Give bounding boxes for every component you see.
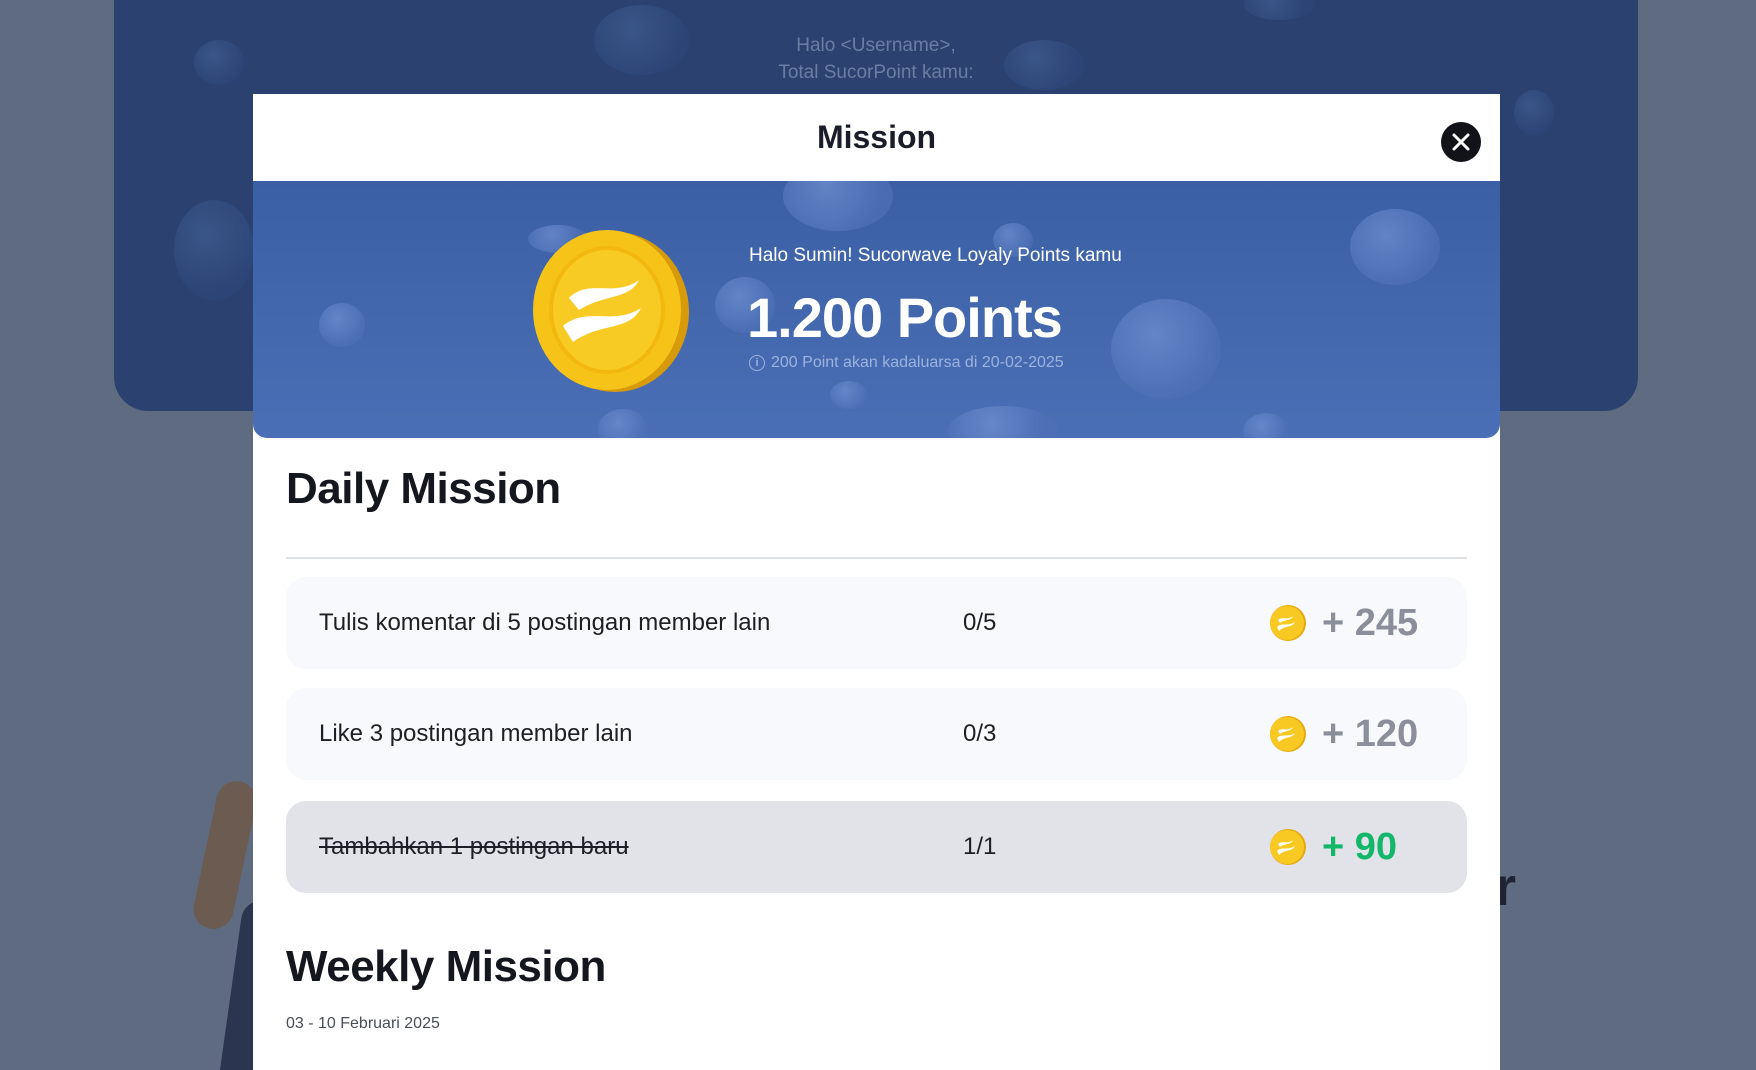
reward-points: + 120 [1322,713,1419,755]
banner-decor-coin [1350,209,1440,285]
close-button[interactable] [1441,122,1481,162]
sucorwave-coin-icon [533,230,689,392]
section-divider [286,557,1467,559]
mission-progress: 1/1 [963,833,997,860]
points-total: 1.200 Points [747,286,1063,349]
banner-greeting: Halo Sumin! Sucorwave Loyaly Points kamu [749,245,1122,266]
mission-progress: 0/3 [963,720,997,747]
coin-icon [1270,716,1306,752]
mission-row[interactable]: Like 3 postingan member lain 0/3 + 120 [286,688,1467,780]
banner-decor-coin [1243,413,1289,438]
daily-mission-heading: Daily Mission [286,464,561,513]
modal-header: Mission [253,94,1500,181]
background-decor-coin [1514,90,1554,135]
mission-row[interactable]: Tulis komentar di 5 postingan member lai… [286,577,1467,669]
background-total-label: Total SucorPoint kamu: [778,62,974,83]
banner-decor-coin [1111,299,1221,399]
weekly-mission-heading: Weekly Mission [286,942,606,991]
banner-decor-coin [598,409,648,438]
points-expiry-note: i 200 Point akan kadaluarsa di 20-02-202… [749,354,1064,372]
banner-decor-coin [783,181,893,231]
coin-icon [1270,605,1306,641]
points-banner: Halo Sumin! Sucorwave Loyaly Points kamu… [253,181,1500,438]
info-icon[interactable]: i [749,355,765,371]
background-greeting: Halo <Username>, [796,35,956,56]
coin-icon [1270,829,1306,865]
close-icon [1452,133,1470,151]
expiry-text: 200 Point akan kadaluarsa di 20-02-2025 [771,354,1064,371]
reward-points: + 90 [1322,826,1398,868]
mission-name: Tambahkan 1 postingan baru [319,833,629,860]
mission-row-completed[interactable]: Tambahkan 1 postingan baru 1/1 + 90 [286,801,1467,893]
reward-points: + 245 [1322,602,1419,644]
weekly-date-range: 03 - 10 Februari 2025 [286,1015,440,1032]
mission-progress: 0/5 [963,609,997,636]
background-decor-coin [174,200,254,300]
background-decor-coin [1244,0,1314,20]
mission-modal: Mission Halo Sumin! Sucorwave Loyaly Poi… [253,94,1500,1070]
banner-decor-coin [948,406,1058,438]
mission-name: Like 3 postingan member lain [319,720,633,747]
banner-decor-coin [830,381,868,409]
banner-decor-coin [319,303,365,347]
modal-title: Mission [816,119,937,155]
mission-name: Tulis komentar di 5 postingan member lai… [319,609,771,636]
